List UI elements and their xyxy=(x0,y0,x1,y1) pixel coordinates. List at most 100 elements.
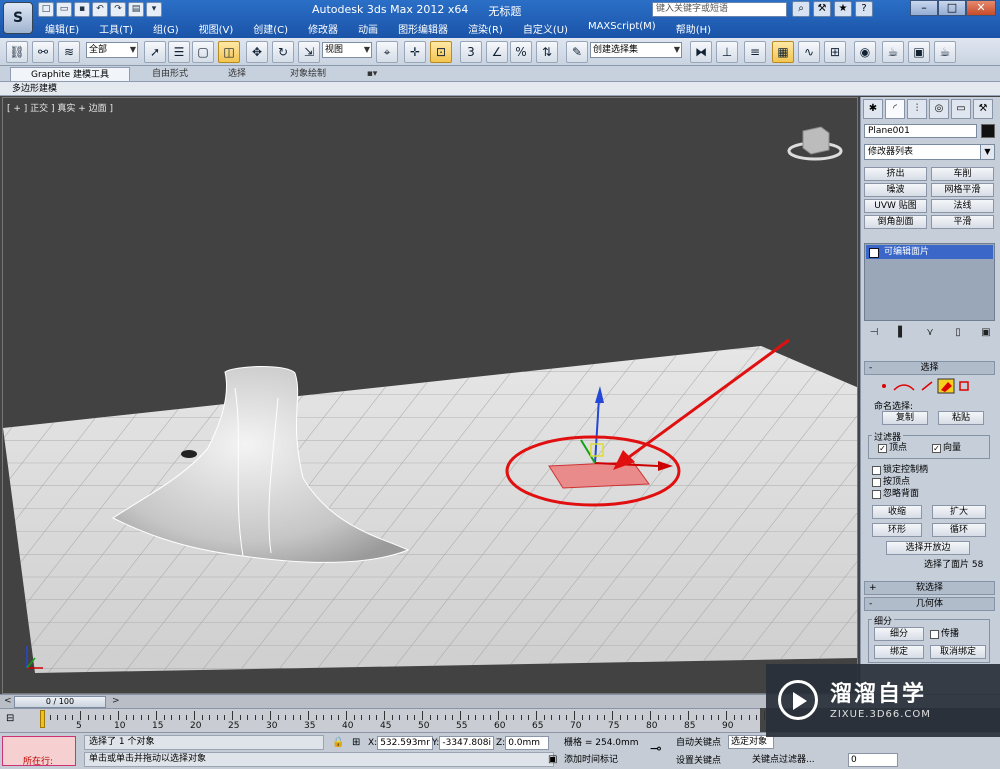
menu-group[interactable]: 组(G) xyxy=(143,20,189,36)
viewport[interactable]: [ + ] 正交 ] 真实 + 边面 ] xyxy=(2,97,858,694)
time-tag-icon[interactable]: ▣ xyxy=(548,754,557,765)
tab-selection[interactable]: 选择 xyxy=(212,67,262,81)
menu-modifiers[interactable]: 修改器 xyxy=(298,20,348,36)
pivot-center-icon[interactable]: ⌖ xyxy=(376,41,398,63)
frame-field-value[interactable]: 0 xyxy=(848,753,898,767)
menu-animation[interactable]: 动画 xyxy=(348,20,388,36)
qat-dropdown-icon[interactable]: ▾ xyxy=(146,2,162,17)
shrink-button[interactable]: 收缩 xyxy=(872,505,922,519)
unlink-icon[interactable]: ⚯ xyxy=(32,41,54,63)
align-icon[interactable]: ⊥ xyxy=(716,41,738,63)
graphite-toggle-icon[interactable]: ▦ xyxy=(772,41,794,63)
binoculars-icon[interactable]: ⌕ xyxy=(792,1,810,17)
ring-button[interactable]: 环形 xyxy=(872,523,922,537)
key-filters-button[interactable]: 关键点过滤器... xyxy=(752,753,815,767)
track-bar[interactable]: ⊟ 5 10 15 20 25 30 35 40 45 50 55 60 65 70 75 80 85 90 xyxy=(0,708,765,732)
key-selection-select[interactable]: 选定对象 xyxy=(728,735,774,749)
configure-sets-icon[interactable]: ▣ xyxy=(979,326,993,340)
link-icon[interactable]: ⛓ xyxy=(6,41,28,63)
keyboard-shortcut-icon[interactable]: ⊡ xyxy=(430,41,452,63)
select-scale-icon[interactable]: ⇲ xyxy=(298,41,320,63)
select-manipulate-icon[interactable]: ✛ xyxy=(404,41,426,63)
edit-named-sel-icon[interactable]: ✎ xyxy=(566,41,588,63)
subdivide-button[interactable]: 细分 xyxy=(874,627,924,641)
grow-button[interactable]: 扩大 xyxy=(932,505,986,519)
menu-tools[interactable]: 工具(T) xyxy=(89,20,143,36)
y-coord[interactable]: Y: -3347.808i xyxy=(432,736,495,750)
selection-rollout-header[interactable]: - 选择 xyxy=(864,361,995,375)
open-file-icon[interactable]: ▭ xyxy=(56,2,72,17)
z-coord[interactable]: Z: 0.0mm xyxy=(496,736,550,750)
menu-customize[interactable]: 自定义(U) xyxy=(513,20,578,36)
rendered-frame-icon[interactable]: ▣ xyxy=(908,41,930,63)
help-icon[interactable]: ? xyxy=(855,1,873,17)
close-icon[interactable]: ✕ xyxy=(966,0,996,16)
pin-stack-icon[interactable]: ⊣ xyxy=(867,326,881,340)
tools-icon[interactable]: ⚒ xyxy=(813,1,831,17)
ref-coord-select[interactable]: 视图 xyxy=(322,42,372,58)
tab-graphite[interactable]: Graphite 建模工具 xyxy=(10,67,130,81)
tab-object-paint[interactable]: 对象绘制 xyxy=(276,67,340,81)
window-crossing-icon[interactable]: ◫ xyxy=(218,41,240,63)
spinner-snap-icon[interactable]: ⇅ xyxy=(536,41,558,63)
lathe-button[interactable]: 车削 xyxy=(931,167,994,181)
menu-create[interactable]: 创建(C) xyxy=(243,20,298,36)
selection-filter-select[interactable]: 全部 xyxy=(86,42,138,58)
star-icon[interactable]: ★ xyxy=(834,1,852,17)
motion-tab-icon[interactable]: ◎ xyxy=(929,99,949,119)
percent-snap-icon[interactable]: % xyxy=(510,41,532,63)
extrude-button[interactable]: 挤出 xyxy=(864,167,927,181)
unbind-button[interactable]: 取消绑定 xyxy=(930,645,986,659)
menu-graph-editors[interactable]: 图形编辑器 xyxy=(388,20,458,36)
create-tab-icon[interactable]: ✱ xyxy=(863,99,883,119)
ribbon-options-icon[interactable]: ▪▾ xyxy=(360,67,384,81)
noise-button[interactable]: 噪波 xyxy=(864,183,927,197)
copy-button[interactable]: 复制 xyxy=(882,411,928,425)
track-bar-toggle-icon[interactable]: ⊟ xyxy=(6,713,14,724)
lock-selection-icon[interactable]: 🔒 xyxy=(332,737,344,748)
hierarchy-tab-icon[interactable]: ⫶ xyxy=(907,99,927,119)
modifier-list-select[interactable]: 修改器列表 ▼ xyxy=(864,144,995,160)
edge-mode-icon[interactable] xyxy=(921,381,933,391)
time-slider-thumb[interactable]: 0 / 100 xyxy=(14,696,106,708)
propagate-checkbox[interactable]: 传播 xyxy=(930,629,959,640)
named-selection-select[interactable]: 创建选择集 xyxy=(590,42,682,58)
object-color-swatch[interactable] xyxy=(981,124,995,138)
render-setup-icon[interactable]: ☕ xyxy=(882,41,904,63)
stack-item-editable-patch[interactable]: 可编辑面片 xyxy=(866,245,993,259)
object-name-field[interactable]: Plane001 xyxy=(864,124,977,138)
angle-snap-icon[interactable]: ∠ xyxy=(486,41,508,63)
curve-editor-icon[interactable]: ∿ xyxy=(798,41,820,63)
maxscript-listener[interactable]: 所在行: xyxy=(2,736,76,767)
x-coord[interactable]: X: 532.593mr xyxy=(368,736,433,750)
element-mode-icon[interactable] xyxy=(959,381,969,391)
vertex-mode-icon[interactable] xyxy=(882,384,886,388)
vector-checkbox[interactable]: ✓ 向量 xyxy=(932,443,961,454)
key-icon[interactable]: ⊸ xyxy=(650,741,662,757)
viewcube[interactable] xyxy=(802,126,830,155)
x-coord-value[interactable]: 532.593mr xyxy=(377,736,433,750)
smooth-button[interactable]: 平滑 xyxy=(931,215,994,229)
select-object-icon[interactable]: ➚ xyxy=(144,41,166,63)
maximize-icon[interactable]: □ xyxy=(938,0,966,16)
new-file-icon[interactable]: □ xyxy=(38,2,54,17)
make-unique-icon[interactable]: ⋎ xyxy=(923,326,937,340)
select-by-name-icon[interactable]: ☰ xyxy=(168,41,190,63)
minimize-icon[interactable]: – xyxy=(910,0,938,16)
material-editor-icon[interactable]: ◉ xyxy=(854,41,876,63)
auto-key-button[interactable]: 自动关键点 xyxy=(676,735,721,748)
paste-button[interactable]: 粘贴 xyxy=(938,411,984,425)
geometry-header[interactable]: - 几何体 xyxy=(864,597,995,611)
utilities-tab-icon[interactable]: ⚒ xyxy=(973,99,993,119)
schematic-view-icon[interactable]: ⊞ xyxy=(824,41,846,63)
undo-icon[interactable]: ↶ xyxy=(92,2,108,17)
select-rotate-icon[interactable]: ↻ xyxy=(272,41,294,63)
display-tab-icon[interactable]: ▭ xyxy=(951,99,971,119)
mirror-icon[interactable]: ⧓ xyxy=(690,41,712,63)
select-move-icon[interactable]: ✥ xyxy=(246,41,268,63)
frame-field[interactable]: 0 xyxy=(848,753,898,767)
by-vertex-checkbox[interactable]: 按顶点 xyxy=(872,477,910,488)
selected-patch-face[interactable] xyxy=(548,461,650,489)
app-menu-button[interactable]: S xyxy=(3,2,33,34)
z-coord-value[interactable]: 0.0mm xyxy=(505,736,550,750)
